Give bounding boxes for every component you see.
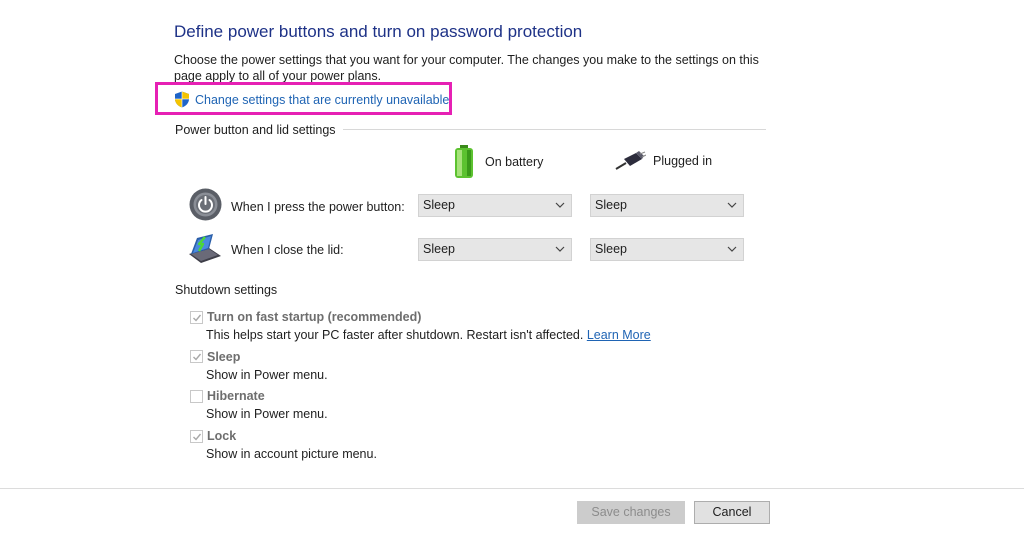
power-group-label: Power button and lid settings — [175, 123, 336, 137]
group-divider — [343, 129, 766, 130]
cancel-button[interactable]: Cancel — [694, 501, 770, 524]
power-button-battery-value: Sleep — [423, 198, 455, 212]
fast-startup-title: Turn on fast startup (recommended) — [207, 310, 422, 324]
fast-startup-desc-text: This helps start your PC faster after sh… — [206, 328, 584, 342]
column-plugged-in: Plugged in — [614, 151, 712, 171]
column-on-battery-label: On battery — [485, 155, 544, 169]
lock-title: Lock — [207, 429, 237, 443]
plug-icon — [615, 151, 646, 170]
power-button-plugged-select[interactable]: Sleep — [590, 194, 744, 217]
column-plugged-in-label: Plugged in — [653, 154, 713, 168]
sleep-title: Sleep — [207, 350, 241, 364]
shutdown-group-label: Shutdown settings — [175, 283, 278, 297]
power-button-label: When I press the power button: — [231, 200, 405, 214]
save-changes-button[interactable]: Save changes — [577, 501, 685, 524]
power-button-plugged-value: Sleep — [595, 198, 627, 212]
chevron-down-icon — [555, 202, 565, 208]
fast-startup-checkbox[interactable] — [190, 311, 203, 324]
hibernate-title: Hibernate — [207, 389, 265, 403]
change-settings-link[interactable]: Change settings that are currently unava… — [174, 91, 449, 108]
laptop-lid-icon — [189, 234, 221, 263]
checkmark-icon — [193, 353, 202, 361]
shield-icon — [175, 91, 189, 108]
hibernate-desc: Show in Power menu. — [206, 407, 328, 421]
lid-battery-value: Sleep — [423, 242, 455, 256]
lid-battery-select[interactable]: Sleep — [418, 238, 572, 261]
lid-label: When I close the lid: — [231, 243, 344, 257]
page-description: Choose the power settings that you want … — [174, 53, 759, 83]
lock-desc: Show in account picture menu. — [206, 447, 377, 461]
checkmark-icon — [193, 314, 202, 322]
footer-divider — [0, 488, 1024, 489]
sleep-checkbox[interactable] — [190, 350, 203, 363]
lid-plugged-select[interactable]: Sleep — [590, 238, 744, 261]
chevron-down-icon — [727, 202, 737, 208]
chevron-down-icon — [727, 246, 737, 252]
hibernate-checkbox[interactable] — [190, 390, 203, 403]
lock-checkbox[interactable] — [190, 430, 203, 443]
change-settings-label: Change settings that are currently unava… — [195, 92, 450, 107]
battery-icon — [455, 145, 473, 178]
page-title: Define power buttons and turn on passwor… — [174, 22, 583, 41]
lid-plugged-value: Sleep — [595, 242, 627, 256]
power-button-icon — [189, 188, 222, 221]
learn-more-link[interactable]: Learn More — [587, 328, 651, 342]
sleep-desc: Show in Power menu. — [206, 368, 328, 382]
column-on-battery: On battery — [453, 145, 543, 179]
fast-startup-desc: This helps start your PC faster after sh… — [206, 328, 651, 342]
power-button-battery-select[interactable]: Sleep — [418, 194, 572, 217]
chevron-down-icon — [555, 246, 565, 252]
checkmark-icon — [193, 433, 202, 441]
